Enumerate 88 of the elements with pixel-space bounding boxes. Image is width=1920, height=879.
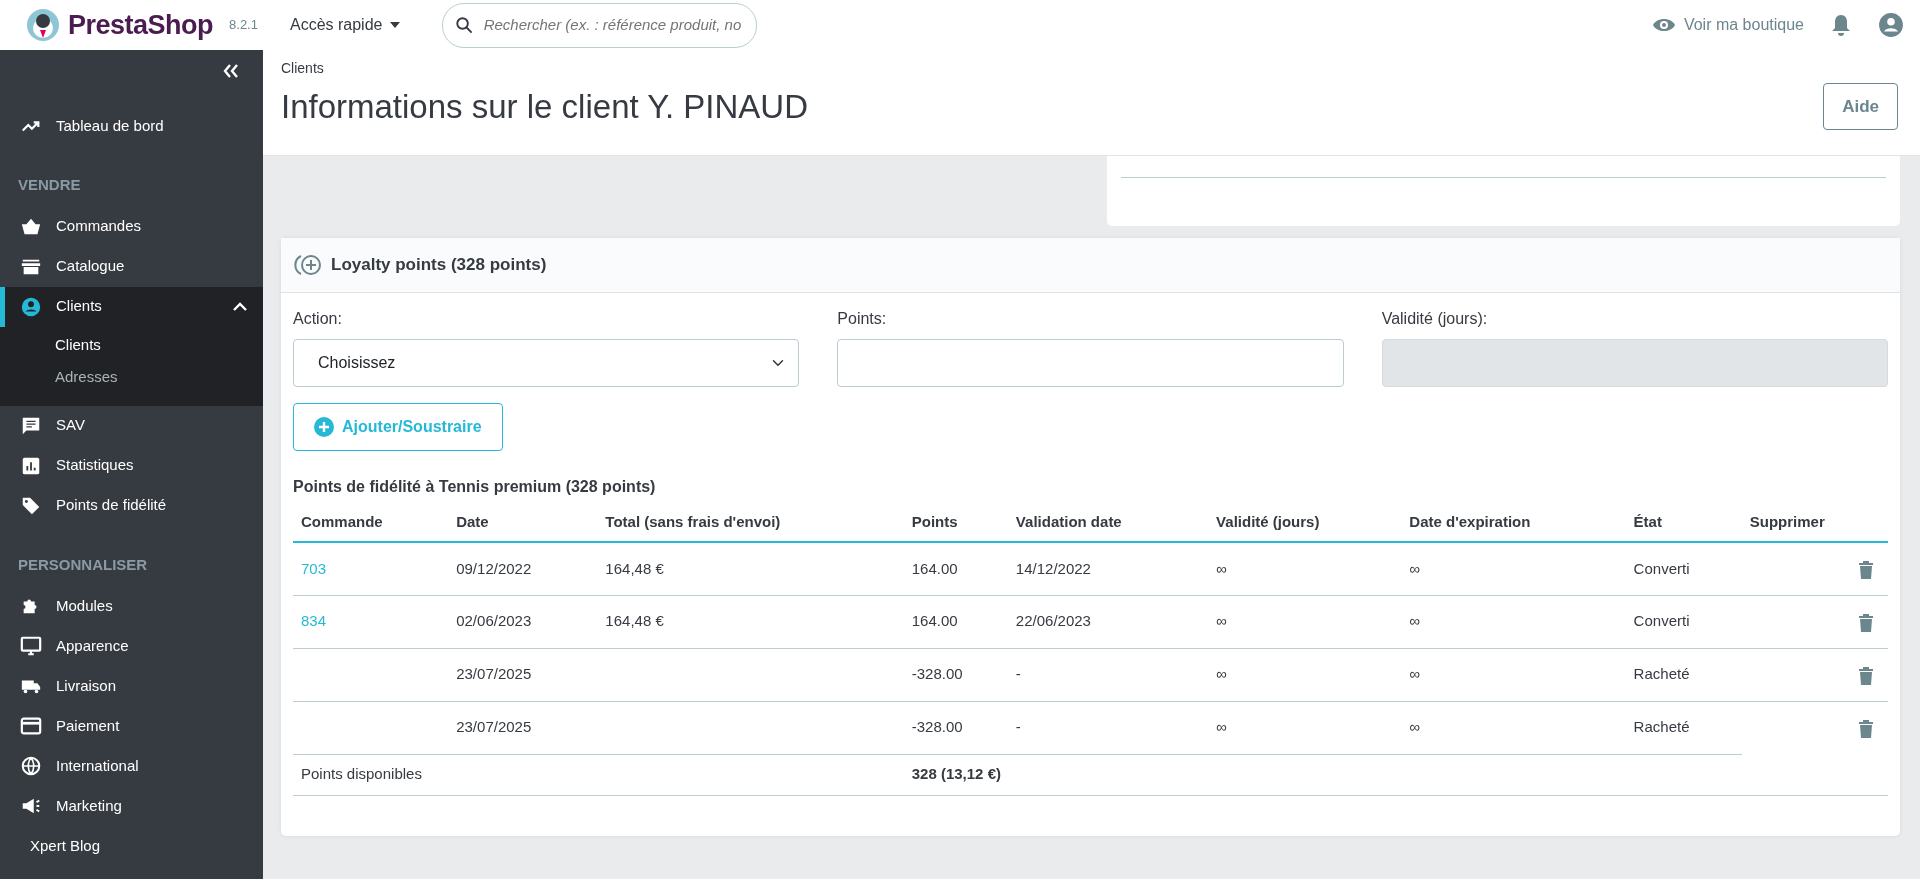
field-label: Points: — [837, 308, 887, 329]
menu-item[interactable]: Apparence — [0, 626, 263, 666]
account-icon[interactable] — [1878, 12, 1904, 38]
table-cell: 164.00 — [911, 559, 958, 577]
table-cell: Racheté — [1633, 665, 1690, 683]
section-heading: PERSONNALISER — [17, 554, 149, 575]
column-header: État — [1633, 512, 1662, 530]
menu-item[interactable]: Points de fidélité — [0, 485, 263, 526]
trash-icon[interactable] — [1858, 665, 1874, 685]
globe-icon — [20, 755, 42, 777]
field-label: Validité (jours): — [1381, 308, 1488, 329]
table-cell: 23/07/2025 — [456, 665, 532, 683]
table-cell: 22/06/2023 — [1015, 612, 1091, 630]
table-cell: ∞ — [1216, 665, 1227, 683]
trash-icon[interactable] — [1858, 612, 1874, 632]
column-header: Validité (jours) — [1216, 512, 1320, 530]
menu-item[interactable]: Tableau de bord — [0, 106, 263, 146]
user-icon — [20, 295, 42, 318]
menu-item[interactable]: Marketing — [0, 786, 263, 826]
table-cell: Converti — [1633, 559, 1690, 577]
column-header: Total (sans frais d'envoi) — [605, 512, 781, 530]
table-cell: 09/12/2022 — [456, 559, 532, 577]
monitor-icon — [20, 635, 42, 657]
table-cell: 164,48 € — [605, 612, 664, 630]
column-header: Date — [456, 512, 489, 530]
add-circle-icon — [293, 252, 323, 277]
input-field[interactable] — [837, 338, 1344, 387]
table-cell: ∞ — [1216, 612, 1227, 630]
collapse-icon[interactable] — [223, 64, 239, 78]
table-cell: Converti — [1633, 612, 1690, 630]
bell-icon[interactable] — [1830, 13, 1852, 37]
menu-item[interactable]: Clients — [0, 286, 263, 327]
trash-icon[interactable] — [1858, 560, 1874, 580]
menu-item[interactable]: Statistiques — [0, 445, 263, 486]
view-shop-link[interactable]: Voir ma boutique — [1651, 13, 1804, 37]
column-header: Validation date — [1015, 512, 1122, 530]
table-cell: Points disponibles — [301, 765, 422, 783]
column-header: Commande — [301, 512, 383, 530]
submenu-item[interactable]: Clients — [55, 335, 101, 353]
table-cell: ∞ — [1409, 718, 1421, 736]
table-cell: ∞ — [1409, 559, 1421, 577]
plus-circle-icon — [314, 416, 334, 437]
column-header: Points — [911, 512, 958, 530]
table-cell: - — [1015, 665, 1021, 683]
table-cell: ∞ — [1409, 665, 1421, 683]
version-label: 8.2.1 — [229, 16, 258, 35]
breadcrumb-link[interactable]: Clients — [281, 60, 324, 76]
menu-item[interactable]: Paiement — [0, 706, 263, 746]
table-cell: - — [1015, 718, 1021, 736]
menu-item[interactable]: Commandes — [0, 206, 263, 247]
menu-item[interactable]: International — [0, 746, 263, 786]
table-cell: 02/06/2023 — [456, 612, 532, 630]
card-icon — [20, 715, 42, 737]
menu-item[interactable]: Modules — [0, 586, 263, 626]
table-cell: ∞ — [1216, 718, 1227, 736]
menu-item[interactable]: SAV — [0, 405, 263, 446]
quick-access-menu[interactable]: Accès rapide — [289, 13, 401, 37]
total-points: 328 (13,12 €) — [911, 765, 1001, 783]
submenu-item[interactable]: Adresses — [55, 368, 118, 385]
brand-name: PrestaShop — [68, 8, 214, 42]
table-cell: ∞ — [1216, 559, 1227, 577]
logo-icon — [26, 8, 60, 42]
table-cell: 14/12/2022 — [1015, 559, 1091, 577]
search-icon — [455, 15, 474, 35]
table-cell: 23/07/2025 — [456, 718, 532, 736]
eye-icon — [1651, 17, 1676, 33]
search-field[interactable]: Rechercher (ex. : référence produit, no — [442, 2, 758, 48]
column-header: Supprimer — [1749, 512, 1825, 530]
help-button[interactable]: Aide — [1823, 82, 1898, 131]
trash-icon[interactable] — [1858, 719, 1874, 739]
field-label: Action: — [293, 308, 342, 329]
table-cell: -328.00 — [911, 665, 963, 683]
menu-item[interactable]: Livraison — [0, 666, 263, 706]
table-cell: 164.00 — [911, 612, 958, 630]
column-header: Date d'expiration — [1409, 512, 1531, 530]
table-cell: ∞ — [1409, 612, 1421, 630]
menu-item[interactable]: Catalogue — [0, 246, 263, 287]
page-title: Informations sur le client Y. PINAUD — [281, 87, 808, 127]
table-cell: Racheté — [1633, 718, 1690, 736]
action-dropdown[interactable]: Choisissez — [293, 338, 800, 387]
menu-item[interactable]: Xpert Blog — [30, 834, 101, 858]
table-title: Points de fidélité à Tennis premium (328 points) — [293, 476, 657, 497]
section-heading: VENDRE — [17, 175, 82, 195]
chevron-icon[interactable] — [233, 301, 247, 312]
table-cell: -328.00 — [911, 718, 963, 736]
table-cell: 164,48 € — [605, 559, 664, 577]
card-title: Loyalty points (328 points) — [331, 254, 547, 276]
caret-icon — [390, 22, 401, 28]
